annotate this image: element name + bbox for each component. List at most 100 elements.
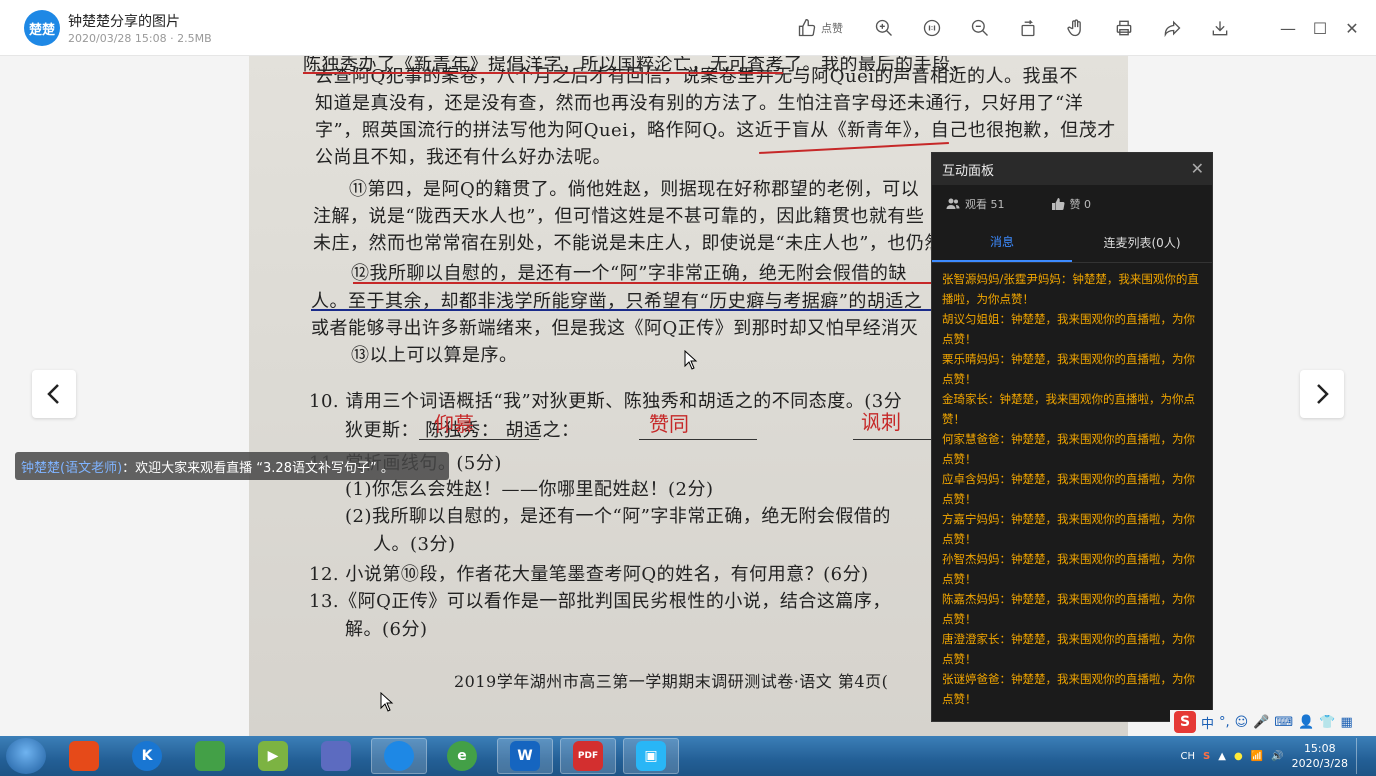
ime-mode[interactable]: 中 [1201,713,1214,732]
taskbar-app[interactable] [371,738,427,774]
language-indicator[interactable]: CH [1181,751,1196,762]
photo-text-line: (2)我所聊以自慰的，是还有一个“阿”字非常正确，绝无附会假借的 [345,506,891,527]
zoom-out-button[interactable] [956,10,1004,46]
message-list[interactable]: 张智源妈妈/张霆尹妈妈：钟楚楚，我来围观你的直播啦，为你点赞！ 胡议匀姐姐：钟楚… [932,263,1212,709]
ime-toolbar[interactable]: S 中 °, ☺ 🎤 ⌨ 👤 👕 ▦ [1170,710,1370,734]
actual-size-button[interactable] [908,10,956,46]
banner-text: ：欢迎大家来观看直播 “3.28语文补写句子” 。 [122,460,394,476]
photo-text-line: ⑪第四，是阿Q的籍贯了。倘他姓赵，则据现在好称郡望的老例，可以 [349,179,920,200]
window-controls: — ☐ ✕ [1272,10,1368,46]
taskbar-app[interactable] [308,738,364,774]
photo-text-line: 未庄，然而也常常宿在别处，不能说是未庄人，即使说是“未庄人也”，也仍然 [313,233,943,254]
tray-app-icon[interactable]: ● [1234,751,1243,762]
panel-header: 互动面板 ✕ [932,153,1212,185]
punctuation-icon[interactable]: °, [1219,715,1230,730]
like-count: 赞 0 [1051,196,1091,212]
photo-text-line: 知道是真没有，还是没有查，然而也再没有别的方法了。生怕注音字母还未通行，只好用了… [315,93,1084,114]
thumbs-up-icon [798,18,816,37]
tab-messages[interactable]: 消息 [932,223,1072,262]
live-broadcast-banner: 钟楚楚(语文老师) ：欢迎大家来观看直播 “3.28语文补写句子” 。 [15,452,449,480]
taskbar-app[interactable]: K [119,738,175,774]
maximize-button[interactable]: ☐ [1304,10,1336,46]
microphone-icon[interactable]: 🎤 [1253,715,1269,730]
close-button[interactable]: ✕ [1336,10,1368,46]
zoom-in-button[interactable] [860,10,908,46]
viewer-count-text: 观看 51 [965,198,1005,211]
user-icon[interactable]: 👤 [1298,715,1314,730]
network-icon[interactable]: 📶 [1251,751,1263,762]
sogou-ime-icon[interactable]: S [1174,711,1196,733]
taskbar-app[interactable] [56,738,112,774]
grid-icon[interactable]: ▦ [1341,715,1353,730]
handwritten-answer: 赞同 [649,412,689,436]
taskbar-app[interactable]: e [434,738,490,774]
chevron-left-icon [47,384,59,404]
show-desktop-button[interactable] [1356,738,1366,774]
minimize-button[interactable]: — [1272,10,1304,46]
taskbar-app[interactable]: ▶ [245,738,301,774]
chat-message: 方嘉宁妈妈：钟楚楚，我来围观你的直播啦，为你点赞！ [942,512,1195,546]
chat-message: 唐澄澄家长：钟楚楚，我来围观你的直播啦，为你点赞！ [942,632,1195,666]
panel-title: 互动面板 [942,163,995,179]
ink-underline [303,72,783,74]
keyboard-icon[interactable]: ⌨ [1274,715,1293,730]
panel-tabs: 消息 连麦列表(0人) [932,223,1212,263]
previous-image-button[interactable] [32,370,76,418]
photo-text-line: 人。(3分) [373,534,456,555]
chat-message: 张谜婷爸爸：钟楚楚，我来围观你的直播啦，为你点赞！ [942,672,1195,706]
like-button[interactable]: 点赞 [780,10,860,46]
bird-app-icon [321,741,351,771]
chat-message: 金琦家长：钟楚楚，我来围观你的直播啦，为你点赞！ [942,392,1195,426]
download-button[interactable] [1196,10,1244,46]
image-toolbar: 点赞 [780,10,1244,46]
rotate-icon [1021,20,1035,37]
photo-text-line: 公尚且不知，我还有什么好办法呢。 [315,147,611,168]
ink-underline [759,142,949,154]
taskbar-app[interactable]: ▣ [623,738,679,774]
tray-expand-icon[interactable]: ▲ [1218,751,1226,762]
handwritten-answer: 讽刺 [861,410,901,434]
panel-close-icon[interactable]: ✕ [1191,159,1204,178]
mouse-cursor-icon [684,350,698,370]
photo-text-line: 字”，照英国流行的拼法写他为阿Quei，略作阿Q。这近于盲从《新青年》，自己也很… [315,120,1116,141]
image-title: 钟楚楚分享的图片 [68,14,180,30]
word-icon: W [510,741,540,771]
close-icon: ✕ [1345,18,1359,38]
skin-icon[interactable]: 👕 [1319,715,1335,730]
photo-text-line: 去查阿Q犯事的案卷，八个月之后才有回信，说案卷里并无与阿Quei的声音相近的人。… [315,66,1079,87]
k-app-icon: K [132,741,162,771]
image-meta: 2020/03/28 15:08 · 2.5MB [68,32,212,45]
emoji-icon[interactable]: ☺ [1235,715,1249,730]
next-image-button[interactable] [1300,370,1344,418]
ink-underline [311,309,931,311]
chat-message: 陈嘉杰妈妈：钟楚楚，我来围观你的直播啦，为你点赞！ [942,592,1195,626]
photo-text-line: ⑬以上可以算是序。 [351,345,518,366]
taskbar-app[interactable] [182,738,238,774]
actual-size-icon [923,19,941,37]
sogou-tray-icon[interactable]: S [1203,751,1210,762]
taskbar-app[interactable]: W [497,738,553,774]
green-app-icon [195,741,225,771]
share-icon [1164,20,1181,38]
rotate-button[interactable] [1004,10,1052,46]
system-clock[interactable]: 15:08 2020/3/28 [1292,741,1348,771]
color-app-icon [69,741,99,771]
clock-date: 2020/3/28 [1291,757,1348,770]
volume-icon[interactable]: 🔊 [1271,751,1283,762]
photo-text-line: 13.《阿Q正传》可以看作是一部批判国民劣根性的小说，结合这篇序， [309,591,891,612]
ink-underline [353,282,943,284]
pdf-icon: PDF [573,741,603,771]
pan-button[interactable] [1052,10,1100,46]
hand-icon [1067,19,1081,37]
tab-mic-list[interactable]: 连麦列表(0人) [1072,223,1212,262]
play-app-icon: ▶ [258,741,288,771]
zoom-in-icon [875,19,892,36]
share-button[interactable] [1148,10,1196,46]
photo-text-line: 10. 请用三个词语概括“我”对狄更斯、陈独秀和胡适之的不同态度。(3分 [309,391,903,412]
start-button[interactable] [6,738,46,774]
zoom-out-icon [971,19,988,36]
print-button[interactable] [1100,10,1148,46]
taskbar-app[interactable]: PDF [560,738,616,774]
maximize-icon: ☐ [1312,18,1328,38]
taskbar-apps: K ▶ e W PDF ▣ [56,738,679,774]
